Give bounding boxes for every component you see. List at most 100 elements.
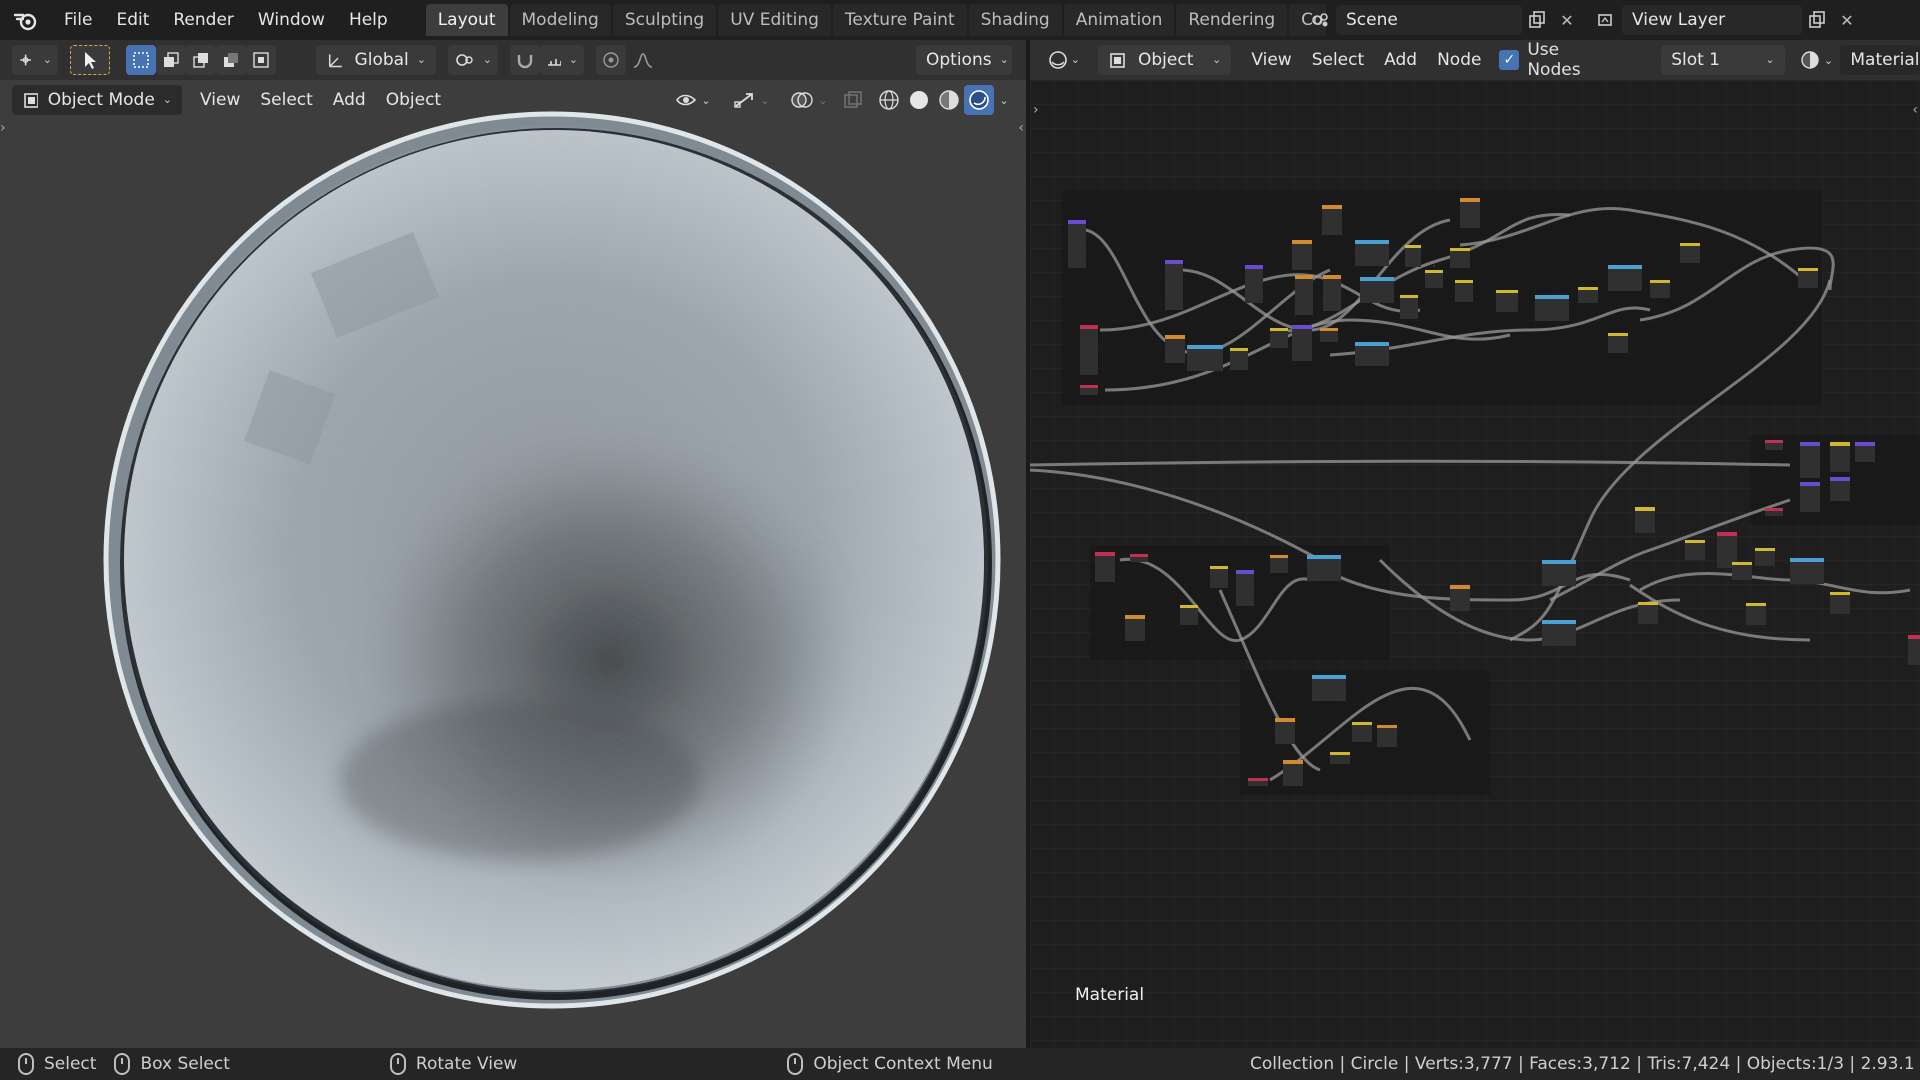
hint-rotate-view: Rotate View	[389, 1053, 518, 1075]
material-name-field[interactable]: Material	[1840, 45, 1920, 75]
overlays-icon[interactable]: ⌄	[784, 85, 834, 115]
transform-orientation-dropdown[interactable]: Global ⌄	[316, 45, 436, 75]
material-browse-icon[interactable]: ⌄	[1797, 45, 1837, 75]
visibility-icon[interactable]: ⌄	[670, 85, 716, 115]
transform-orientation-label: Global	[354, 50, 409, 70]
view-layer-field[interactable]: View Layer	[1622, 5, 1802, 35]
select-invert-icon[interactable]	[216, 45, 246, 75]
mouse-drag-icon	[114, 1053, 131, 1075]
select-extend-icon[interactable]	[156, 45, 186, 75]
slot-dropdown[interactable]: Slot 1 ⌄	[1661, 45, 1785, 75]
menu-edit[interactable]: Edit	[104, 0, 161, 40]
menu-file[interactable]: File	[52, 0, 104, 40]
menu-help[interactable]: Help	[337, 0, 400, 40]
use-nodes-toggle[interactable]: ✓ Use Nodes	[1499, 40, 1617, 80]
mouse-middle-icon	[389, 1053, 406, 1075]
proportional-edit-icon[interactable]	[596, 45, 626, 75]
hint-select-label: Select	[44, 1054, 97, 1074]
mouse-right-icon	[787, 1053, 804, 1075]
workspace-tabs: Layout Modeling Sculpting UV Editing Tex…	[425, 0, 1326, 40]
node-toolbar-expand-icon[interactable]: ›	[1033, 102, 1039, 118]
object-mode-icon	[24, 93, 38, 108]
node-menu-select[interactable]: Select	[1302, 50, 1374, 70]
shader-type-dropdown[interactable]: Object ⌄	[1098, 45, 1232, 75]
shader-type-label: Object	[1138, 50, 1194, 70]
node-menu-node[interactable]: Node	[1427, 50, 1491, 70]
menu-render[interactable]: Render	[161, 0, 246, 40]
toolbar-expand-icon[interactable]: ›	[0, 120, 6, 136]
viewport-menu-add[interactable]: Add	[323, 90, 376, 110]
editor-type-button[interactable]: ⌄	[12, 45, 58, 75]
solid-shading-icon[interactable]	[904, 85, 934, 115]
view-layer-delete-icon[interactable]: ✕	[1832, 5, 1862, 35]
select-new-icon[interactable]	[126, 45, 156, 75]
hint-rotate-view-label: Rotate View	[415, 1054, 518, 1074]
viewport-menu-view[interactable]: View	[190, 90, 250, 110]
select-intersect-icon[interactable]	[246, 45, 276, 75]
mode-label: Object Mode	[47, 90, 155, 110]
tab-texture-paint[interactable]: Texture Paint	[832, 4, 967, 36]
snap-toggle-icon[interactable]	[510, 45, 540, 75]
tab-uv-editing[interactable]: UV Editing	[718, 4, 831, 36]
mode-dropdown[interactable]: Object Mode ⌄	[12, 85, 182, 115]
pivot-icon	[456, 54, 473, 66]
proportional-falloff-icon[interactable]	[626, 45, 670, 75]
top-bar: File Edit Render Window Help Layout Mode…	[0, 0, 1920, 40]
gizmo-icon[interactable]: ⌄	[726, 85, 776, 115]
wireframe-shading-icon[interactable]	[874, 85, 904, 115]
node-menu-view[interactable]: View	[1241, 50, 1301, 70]
tab-modeling[interactable]: Modeling	[509, 4, 611, 36]
viewport-menu-object[interactable]: Object	[376, 90, 451, 110]
status-bar: Select Box Select Rotate View Object Con…	[0, 1048, 1920, 1080]
node-editor[interactable]: Material › ‹	[1030, 80, 1920, 1048]
use-nodes-label: Use Nodes	[1527, 40, 1581, 80]
node-sidebar-expand-icon[interactable]: ‹	[1912, 102, 1918, 118]
object-icon	[1110, 53, 1125, 68]
view-layer-browse-icon[interactable]	[1592, 5, 1622, 35]
mouse-left-icon	[18, 1053, 34, 1075]
options-dropdown[interactable]: Options ⌄	[916, 45, 1012, 75]
tab-rendering[interactable]: Rendering	[1176, 4, 1288, 36]
hint-box-select: Box Select	[114, 1053, 230, 1075]
scene-name-field[interactable]: Scene	[1336, 5, 1522, 35]
select-subtract-icon[interactable]	[186, 45, 216, 75]
scene-new-icon[interactable]	[1522, 5, 1552, 35]
scene-browse-icon[interactable]	[1306, 5, 1336, 35]
node-menu-add[interactable]: Add	[1374, 50, 1427, 70]
slot-label: Slot 1	[1671, 50, 1720, 70]
3d-viewport[interactable]: › ‹	[0, 80, 1026, 1048]
orientation-icon	[328, 54, 342, 68]
viewport-menu-select[interactable]: Select	[250, 90, 322, 110]
options-label: Options	[926, 50, 992, 70]
hint-context-menu: Object Context Menu	[787, 1053, 993, 1075]
tab-shading[interactable]: Shading	[968, 4, 1062, 36]
hint-box-select-label: Box Select	[140, 1054, 230, 1074]
tab-layout[interactable]: Layout	[425, 4, 508, 36]
scene-delete-icon[interactable]: ✕	[1552, 5, 1582, 35]
sidebar-expand-icon[interactable]: ‹	[1018, 120, 1024, 136]
select-tool-icon[interactable]	[70, 45, 110, 75]
use-nodes-checkbox[interactable]: ✓	[1499, 50, 1520, 70]
rendered-shading-icon[interactable]	[964, 85, 994, 115]
rendered-plate	[0, 80, 1026, 1048]
menu-window[interactable]: Window	[246, 0, 337, 40]
scene-selector: Scene ✕ View Layer ✕	[1306, 4, 1862, 36]
view-layer-new-icon[interactable]	[1802, 5, 1832, 35]
node-editor-header: ⌄ Object ⌄ View Select Add Node ✓ Use Nod…	[1030, 40, 1920, 80]
node-editor-type-icon[interactable]: ⌄	[1042, 45, 1086, 75]
selection-mode-group	[126, 45, 276, 75]
xray-icon[interactable]	[838, 85, 868, 115]
material-preview-icon[interactable]	[934, 85, 964, 115]
pivot-point-dropdown[interactable]: ⌄	[448, 45, 498, 75]
shading-mode-group: ⌄	[874, 85, 1014, 115]
blender-logo-icon[interactable]	[0, 0, 52, 40]
snap-target-dropdown[interactable]: ⌄	[540, 45, 584, 75]
viewport-tool-header: ⌄ Global ⌄ ⌄ ⌄ Options ⌄	[0, 40, 1026, 80]
viewport-header: Object Mode ⌄ View Select Add Object ⌄ ⌄ …	[0, 81, 1026, 119]
tab-sculpting[interactable]: Sculpting	[612, 4, 717, 36]
hint-context-menu-label: Object Context Menu	[813, 1054, 993, 1074]
node-graph	[1030, 190, 1920, 795]
shading-options-chevron-icon[interactable]: ⌄	[994, 85, 1014, 115]
node-tree-label: Material	[1075, 985, 1145, 1005]
tab-animation[interactable]: Animation	[1063, 4, 1175, 36]
